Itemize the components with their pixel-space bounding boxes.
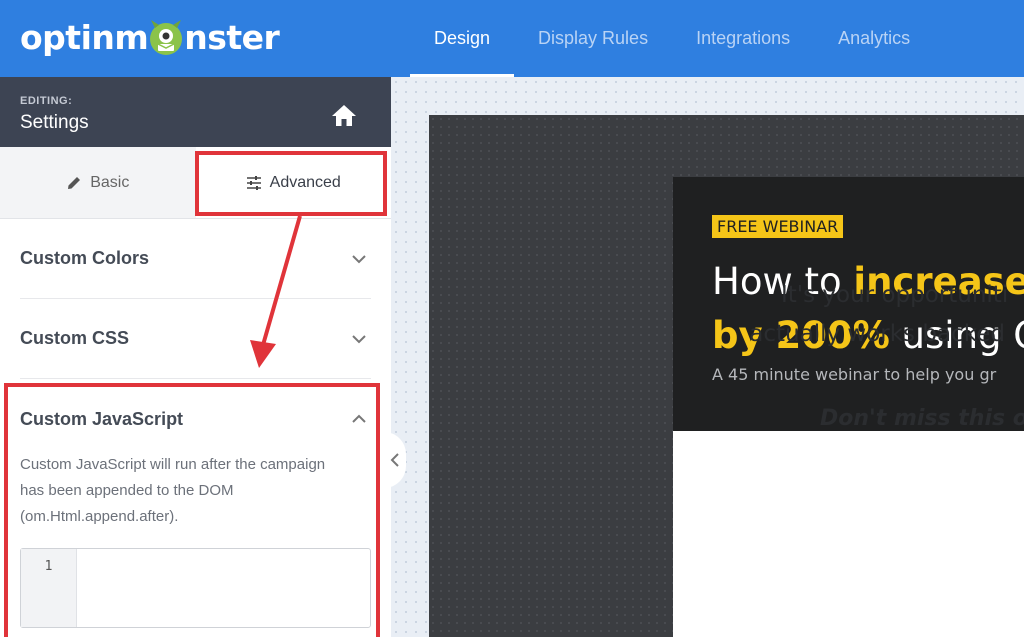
- campaign-subline: A 45 minute webinar to help you gr: [712, 365, 997, 384]
- campaign-preview[interactable]: FREE WEBINAR How to increase by 200% usi…: [673, 177, 1024, 637]
- section-title-custom-css: Custom CSS: [20, 328, 130, 348]
- body-line-1: It's your opportuniti: [781, 282, 1009, 308]
- tab-design[interactable]: Design: [410, 0, 515, 77]
- webinar-badge: FREE WEBINAR: [712, 215, 844, 238]
- sidebar-collapse-handle[interactable]: [384, 432, 406, 488]
- logo-text-left: optinm: [20, 17, 149, 57]
- section-custom-colors[interactable]: Custom Colors: [20, 219, 371, 299]
- campaign-italic-line: Don't miss this o: [820, 406, 1024, 431]
- body-line-2: actually works backed: [749, 321, 1005, 347]
- subtab-basic-label: Basic: [90, 173, 130, 191]
- tab-integrations-label: Integrations: [696, 28, 791, 48]
- subtab-basic[interactable]: Basic: [0, 147, 196, 218]
- tab-analytics-label: Analytics: [838, 28, 911, 48]
- section-title-custom-colors: Custom Colors: [20, 248, 150, 268]
- tab-display-rules-label: Display Rules: [538, 28, 649, 48]
- pencil-icon: [68, 176, 81, 189]
- top-bar: optinm nster Design Display Rules Integr…: [0, 0, 1024, 77]
- section-custom-css[interactable]: Custom CSS: [20, 299, 371, 379]
- editing-title: Settings: [20, 112, 89, 133]
- campaign-body: It's your opportuniti actually works bac…: [746, 276, 1008, 354]
- tab-integrations[interactable]: Integrations: [672, 0, 814, 77]
- chevron-left-icon: [390, 453, 399, 467]
- annotation-box-custom-js: [4, 383, 380, 637]
- logo-text-right: nster: [184, 17, 280, 57]
- main-nav: Design Display Rules Integrations Analyt…: [410, 0, 934, 77]
- optinmonster-logo[interactable]: optinm nster: [20, 14, 280, 60]
- chevron-down-icon: [352, 335, 366, 344]
- home-icon[interactable]: [331, 103, 357, 127]
- editing-header: EDITING: Settings: [0, 77, 391, 147]
- tab-design-label: Design: [434, 28, 491, 48]
- chevron-down-icon: [352, 255, 366, 264]
- monster-mascot-icon: [145, 16, 187, 58]
- editing-label: EDITING:: [20, 95, 73, 107]
- annotation-box-advanced: [195, 151, 387, 216]
- tab-display-rules[interactable]: Display Rules: [514, 0, 672, 77]
- tab-analytics[interactable]: Analytics: [814, 0, 934, 77]
